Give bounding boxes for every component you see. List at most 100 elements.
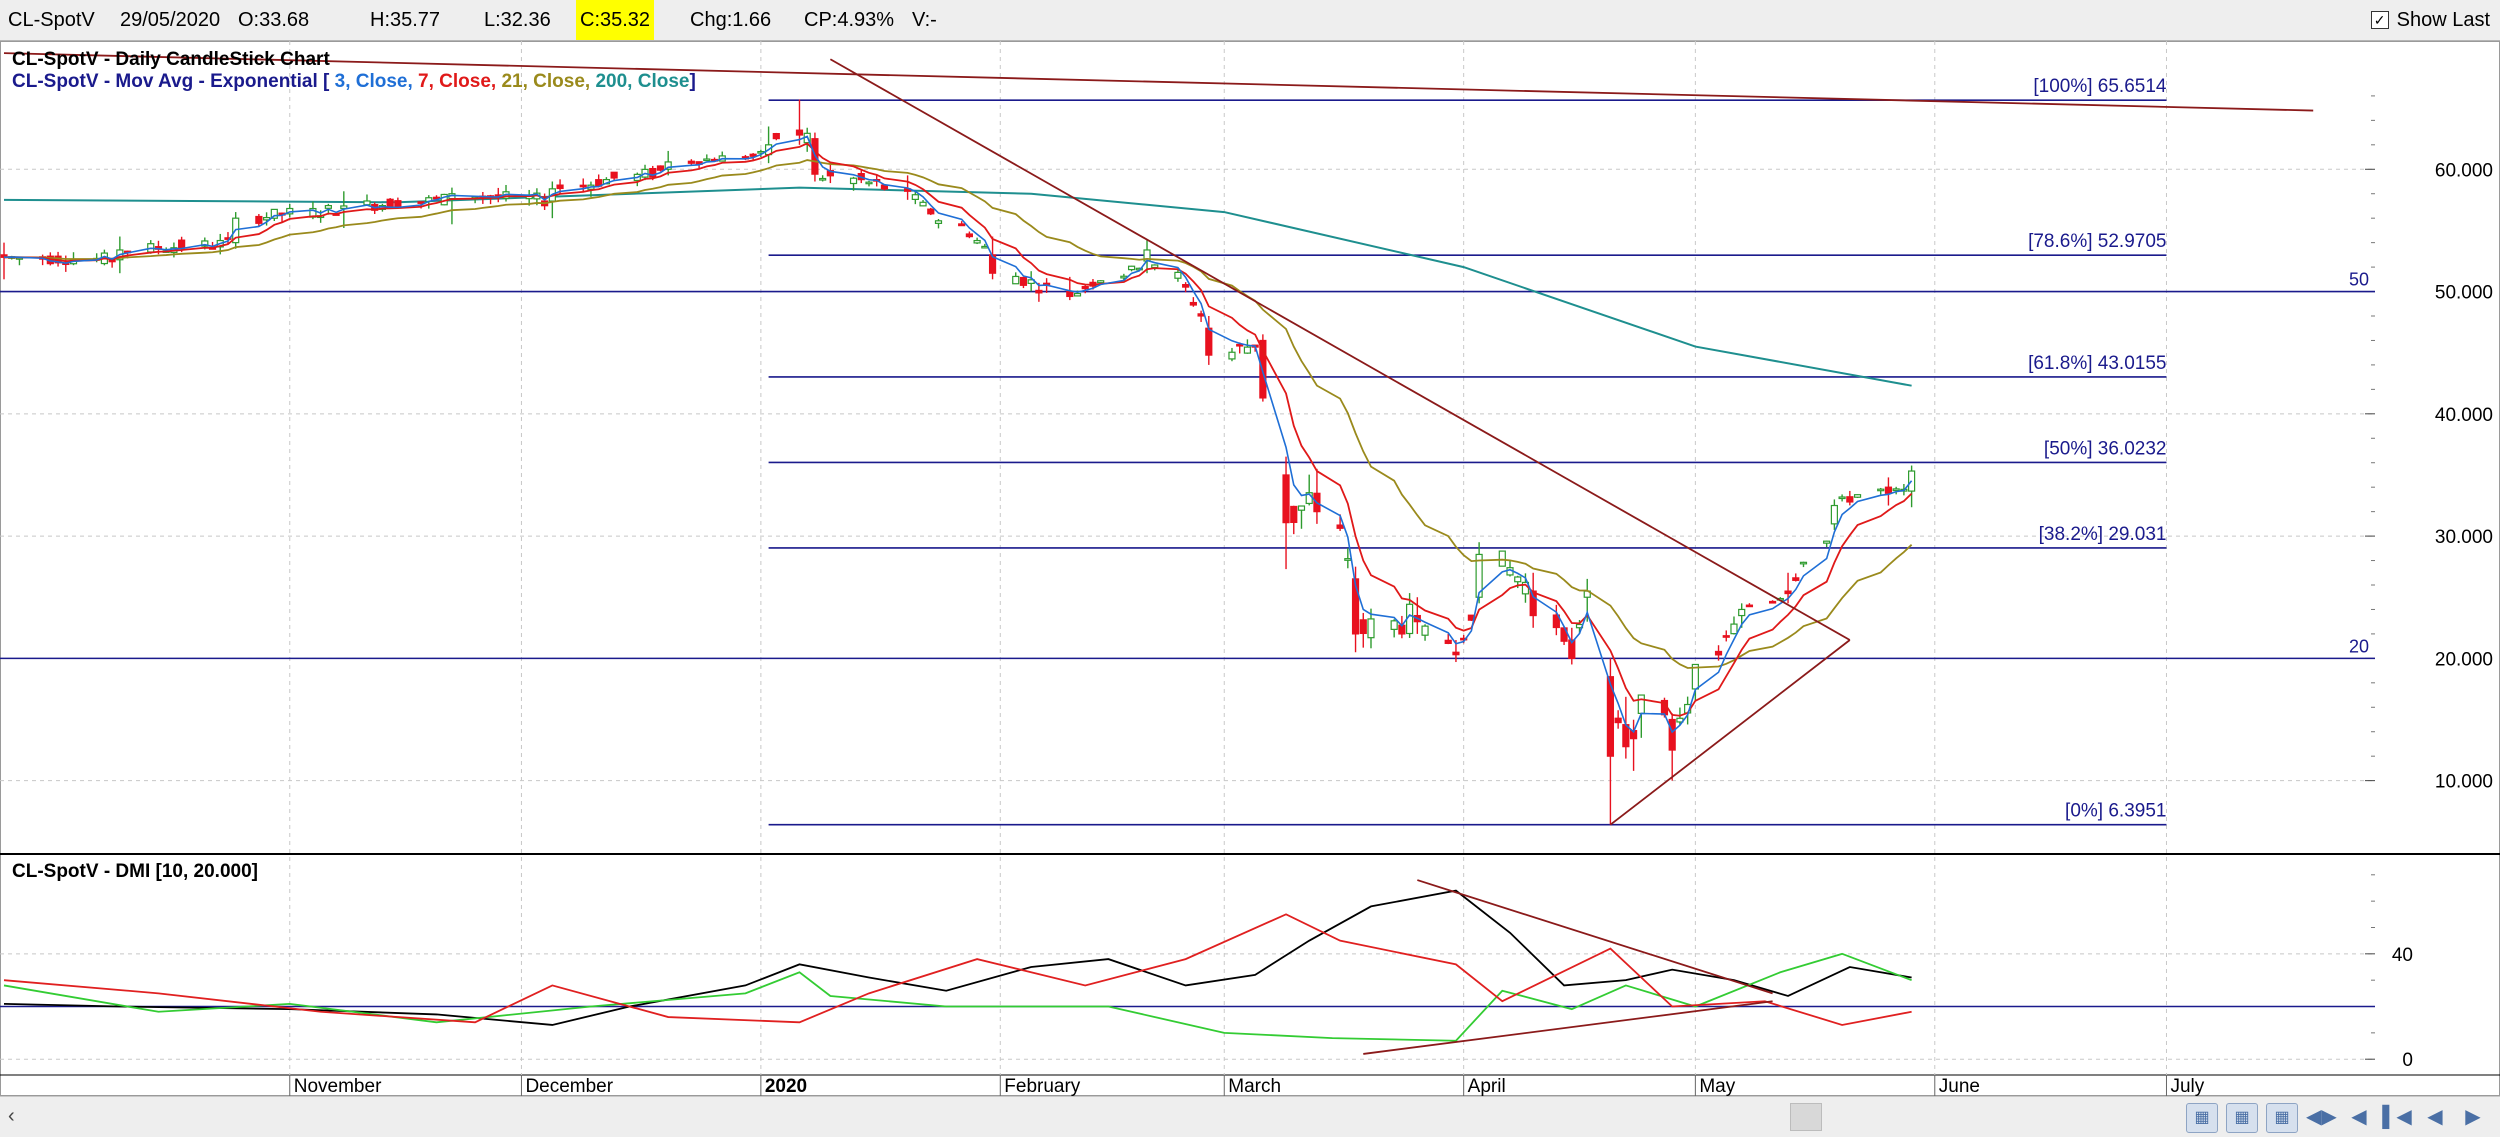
candle-body <box>1290 505 1298 523</box>
candle-body <box>1073 292 1082 297</box>
candle-body <box>1367 618 1375 639</box>
prev-icon[interactable]: ▌◀ <box>2382 1103 2412 1131</box>
price-y-tick-label: 40.000 <box>2435 405 2493 426</box>
legend-series-entry: 3, Close, <box>329 71 412 92</box>
fibonacci-level-label: [0%] 6.3951 <box>2065 801 2166 822</box>
candle-body <box>556 184 564 190</box>
high-value: H:35.77 <box>370 9 441 31</box>
candle-body <box>1823 540 1831 544</box>
low-value: L:32.36 <box>484 9 551 31</box>
candle-body <box>1637 694 1645 714</box>
price-trend-line <box>1609 639 1851 826</box>
dmi-y-tick-label: 40 <box>2392 945 2413 966</box>
candle-body <box>1336 524 1344 529</box>
candle-body <box>1344 558 1352 561</box>
candle-body <box>610 171 618 179</box>
price-y-tick-label: 10.000 <box>2435 772 2493 793</box>
candle-body <box>1799 561 1808 565</box>
candle-body <box>1019 276 1028 286</box>
candle-body <box>958 223 966 227</box>
dmi-chart-title: CL-SpotV - DMI [10, 20.000] <box>12 861 258 882</box>
legend-series-entry: 7, Close, <box>413 71 496 92</box>
next-icon[interactable]: ▶ <box>2458 1103 2488 1131</box>
x-tick-label: 2020 <box>765 1076 807 1096</box>
candle-body <box>1830 504 1838 525</box>
navigation-buttons: ▦ ▦ ▦ ◀▶ ◀ ▌◀ ◀ ▶ <box>2186 1103 2488 1133</box>
bar-date: 29/05/2020 <box>120 9 221 31</box>
candle-body <box>965 233 973 238</box>
candle-body <box>1444 639 1452 644</box>
price-y-tick-label: 30.000 <box>2435 527 2493 548</box>
scrollbar-thumb[interactable] <box>1790 1103 1822 1131</box>
candle-body <box>1846 496 1854 503</box>
change-value: Chg:1.66 <box>690 9 772 31</box>
candle-body <box>1498 550 1506 567</box>
candle-body <box>1792 577 1800 581</box>
candle-body <box>703 158 711 162</box>
show-last-checkbox[interactable]: ✓ <box>2370 11 2389 29</box>
candle-body <box>934 220 943 224</box>
legend-series-entry: 21, Close, <box>496 71 590 92</box>
zoom-out-icon[interactable]: ▦ <box>2226 1103 2258 1133</box>
candle-body <box>865 181 873 185</box>
change-percent: CP:4.93% <box>804 9 895 31</box>
candle-body <box>1189 301 1197 306</box>
zoom-fit-icon[interactable]: ▦ <box>2266 1103 2298 1133</box>
candle-body <box>687 160 695 164</box>
candle-body <box>1838 496 1846 500</box>
candle-body <box>919 201 927 207</box>
candle-body <box>1390 620 1398 630</box>
fibonacci-level-label: [61.8%] 43.0155 <box>2028 353 2166 374</box>
candle-body <box>255 215 263 224</box>
candle-body <box>1174 271 1182 279</box>
x-tick-label: November <box>294 1076 382 1096</box>
candle-body <box>417 201 425 204</box>
volume-value: V:- <box>912 9 937 31</box>
first-icon[interactable]: ◀ <box>2344 1103 2374 1131</box>
fibonacci-level-label: [50%] 36.0232 <box>2044 438 2167 459</box>
candle-body <box>849 177 858 185</box>
candle-body <box>927 208 935 215</box>
candle-body <box>1282 474 1290 524</box>
candle-body <box>1182 283 1190 288</box>
candle-body <box>1730 623 1738 635</box>
close-value: C:35.32 <box>576 0 655 40</box>
candle-body <box>1722 635 1730 638</box>
candle-body <box>1066 290 1074 298</box>
candle-body <box>1768 600 1777 604</box>
scroll-both-icon[interactable]: ◀▶ <box>2306 1103 2337 1131</box>
price-y-tick-label: 60.000 <box>2435 160 2493 181</box>
candle-body <box>973 239 981 244</box>
symbol-header-bar: CL-SpotV 29/05/2020 O:33.68 H:35.77 L:32… <box>0 0 2500 41</box>
candle-body <box>1297 505 1306 511</box>
scroll-left-icon[interactable]: ‹ <box>8 1105 15 1128</box>
timeline-scrollbar[interactable]: ‹ ▦ ▦ ▦ ◀▶ ◀ ▌◀ ◀ ▶ <box>0 1096 2500 1137</box>
candle-body <box>1714 650 1723 656</box>
x-tick-label: March <box>1228 1076 1281 1096</box>
symbol-name: CL-SpotV <box>8 9 95 31</box>
candle-body <box>1359 619 1367 635</box>
candle-body <box>1892 488 1900 492</box>
last-icon[interactable]: ◀ <box>2420 1103 2450 1131</box>
candle-body <box>1877 488 1885 492</box>
x-tick-label: April <box>1468 1076 1506 1096</box>
candle-body <box>1228 351 1236 360</box>
candle-body <box>1421 625 1429 636</box>
candle-body <box>1745 604 1754 608</box>
candle-body <box>1081 285 1089 290</box>
candle-body <box>911 194 919 200</box>
price-y-tick-label: 20.000 <box>2435 649 2493 670</box>
chart-area[interactable]: November December 2020 February March April Ma… <box>0 41 2500 1096</box>
fibonacci-level-label: [78.6%] 52.9705 <box>2028 231 2166 252</box>
show-last-toggle[interactable]: ✓ Show Last <box>2370 0 2490 40</box>
candle-body <box>1853 494 1862 498</box>
candle-body <box>819 177 827 181</box>
candle-body <box>772 132 780 140</box>
candle-body <box>1514 576 1522 583</box>
dmi-y-tick-label: 0 <box>2402 1050 2413 1071</box>
candle-body <box>178 239 186 249</box>
show-last-label: Show Last <box>2396 9 2490 31</box>
dmi-trend-line <box>1363 1000 1773 1055</box>
zoom-in-icon[interactable]: ▦ <box>2186 1103 2218 1133</box>
price-y-tick-label: 50.000 <box>2435 283 2493 304</box>
